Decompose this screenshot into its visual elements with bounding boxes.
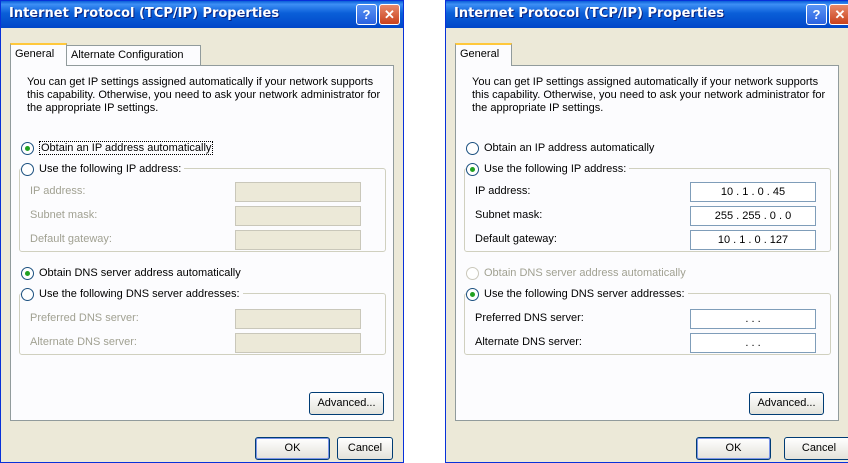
dns-group: Preferred DNS server: Alternate DNS serv… — [19, 293, 386, 355]
help-icon: ? — [362, 7, 371, 22]
tab-general[interactable]: General — [10, 43, 67, 66]
radio-use-following-dns-label: Use the following DNS server addresses: — [484, 288, 685, 300]
radio-unselected-icon — [21, 162, 34, 176]
subnet-mask-field[interactable]: 255 . 255 . 0 . 0 — [690, 206, 816, 226]
alternate-dns-label: Alternate DNS server: — [30, 336, 137, 348]
radio-unselected-icon — [466, 141, 479, 155]
tcpip-dialog-static: Internet Protocol (TCP/IP) Properties ? … — [445, 0, 848, 463]
radio-selected-icon — [466, 162, 479, 176]
ip-address-row: IP address: — [30, 182, 375, 202]
subnet-mask-label: Subnet mask: — [475, 209, 543, 221]
close-button[interactable]: ✕ — [379, 4, 400, 25]
radio-selected-icon — [21, 266, 34, 280]
title-bar[interactable]: Internet Protocol (TCP/IP) Properties ? … — [446, 1, 848, 28]
radio-obtain-dns-auto-label: Obtain DNS server address automatically — [484, 267, 686, 279]
ip-group: IP address: Subnet mask: Default gateway… — [19, 168, 386, 252]
radio-obtain-dns-auto[interactable]: Obtain DNS server address automatically — [21, 265, 241, 281]
alternate-dns-row: Alternate DNS server: — [30, 333, 375, 353]
close-icon: ✕ — [384, 7, 395, 22]
radio-use-following-ip[interactable]: Use the following IP address: — [21, 161, 185, 177]
radio-use-following-dns[interactable]: Use the following DNS server addresses: — [21, 286, 243, 302]
default-gateway-field[interactable]: 10 . 1 . 0 . 127 — [690, 230, 816, 250]
default-gateway-field[interactable] — [235, 230, 361, 250]
ip-address-field[interactable] — [235, 182, 361, 202]
default-gateway-row: Default gateway: — [30, 230, 375, 250]
default-gateway-row: Default gateway: 10 . 1 . 0 . 127 — [475, 230, 820, 250]
radio-selected-icon — [466, 287, 479, 301]
radio-obtain-ip-auto[interactable]: Obtain an IP address automatically — [21, 140, 214, 156]
preferred-dns-field[interactable] — [235, 309, 361, 329]
preferred-dns-label: Preferred DNS server: — [475, 312, 584, 324]
ip-address-label: IP address: — [30, 185, 86, 197]
ip-group: IP address: 10 . 1 . 0 . 45 Subnet mask:… — [464, 168, 831, 252]
radio-unselected-icon — [21, 287, 34, 301]
radio-obtain-dns-auto[interactable]: Obtain DNS server address automatically — [466, 265, 686, 281]
dns-group: Preferred DNS server: . . . Alternate DN… — [464, 293, 831, 355]
radio-obtain-ip-auto-label: Obtain an IP address automatically — [39, 141, 214, 155]
radio-use-following-dns[interactable]: Use the following DNS server addresses: — [466, 286, 688, 302]
alternate-dns-field[interactable] — [235, 333, 361, 353]
general-panel: You can get IP settings assigned automat… — [10, 65, 394, 421]
radio-use-following-ip[interactable]: Use the following IP address: — [466, 161, 630, 177]
preferred-dns-field[interactable]: . . . — [690, 309, 816, 329]
ip-address-row: IP address: 10 . 1 . 0 . 45 — [475, 182, 820, 202]
subnet-mask-label: Subnet mask: — [30, 209, 98, 221]
ok-button[interactable]: OK — [696, 437, 771, 460]
cancel-button[interactable]: Cancel — [337, 437, 393, 460]
tab-alternate-configuration[interactable]: Alternate Configuration — [66, 45, 201, 65]
preferred-dns-label: Preferred DNS server: — [30, 312, 139, 324]
radio-use-following-ip-label: Use the following IP address: — [39, 163, 182, 175]
ok-button[interactable]: OK — [255, 437, 330, 460]
help-button[interactable]: ? — [356, 4, 377, 25]
window-title: Internet Protocol (TCP/IP) Properties — [9, 6, 280, 21]
preferred-dns-row: Preferred DNS server: . . . — [475, 309, 820, 329]
radio-use-following-ip-label: Use the following IP address: — [484, 163, 627, 175]
help-icon: ? — [812, 7, 821, 22]
intro-text: You can get IP settings assigned automat… — [27, 76, 381, 114]
tab-general[interactable]: General — [455, 43, 512, 66]
radio-obtain-dns-auto-label: Obtain DNS server address automatically — [39, 267, 241, 279]
tcpip-dialog-alternate: Internet Protocol (TCP/IP) Properties ? … — [0, 0, 404, 463]
radio-use-following-dns-label: Use the following DNS server addresses: — [39, 288, 240, 300]
close-button[interactable]: ✕ — [829, 4, 848, 25]
ip-address-label: IP address: — [475, 185, 531, 197]
alternate-dns-field[interactable]: . . . — [690, 333, 816, 353]
radio-obtain-ip-auto-label: Obtain an IP address automatically — [484, 142, 655, 154]
default-gateway-label: Default gateway: — [30, 233, 112, 245]
preferred-dns-row: Preferred DNS server: — [30, 309, 375, 329]
advanced-button[interactable]: Advanced... — [749, 392, 824, 415]
advanced-button[interactable]: Advanced... — [309, 392, 384, 415]
window-title: Internet Protocol (TCP/IP) Properties — [454, 6, 725, 21]
intro-text: You can get IP settings assigned automat… — [472, 76, 826, 114]
radio-selected-icon — [21, 141, 34, 155]
default-gateway-label: Default gateway: — [475, 233, 557, 245]
general-panel: You can get IP settings assigned automat… — [455, 65, 839, 421]
title-bar[interactable]: Internet Protocol (TCP/IP) Properties ? … — [1, 1, 403, 28]
cancel-button[interactable]: Cancel — [784, 437, 848, 460]
help-button[interactable]: ? — [806, 4, 827, 25]
close-icon: ✕ — [834, 7, 846, 22]
alternate-dns-row: Alternate DNS server: . . . — [475, 333, 820, 353]
subnet-mask-row: Subnet mask: 255 . 255 . 0 . 0 — [475, 206, 820, 226]
ip-address-field[interactable]: 10 . 1 . 0 . 45 — [690, 182, 816, 202]
alternate-dns-label: Alternate DNS server: — [475, 336, 582, 348]
radio-obtain-ip-auto[interactable]: Obtain an IP address automatically — [466, 140, 654, 156]
subnet-mask-field[interactable] — [235, 206, 361, 226]
radio-disabled-icon — [466, 266, 479, 280]
subnet-mask-row: Subnet mask: — [30, 206, 375, 226]
